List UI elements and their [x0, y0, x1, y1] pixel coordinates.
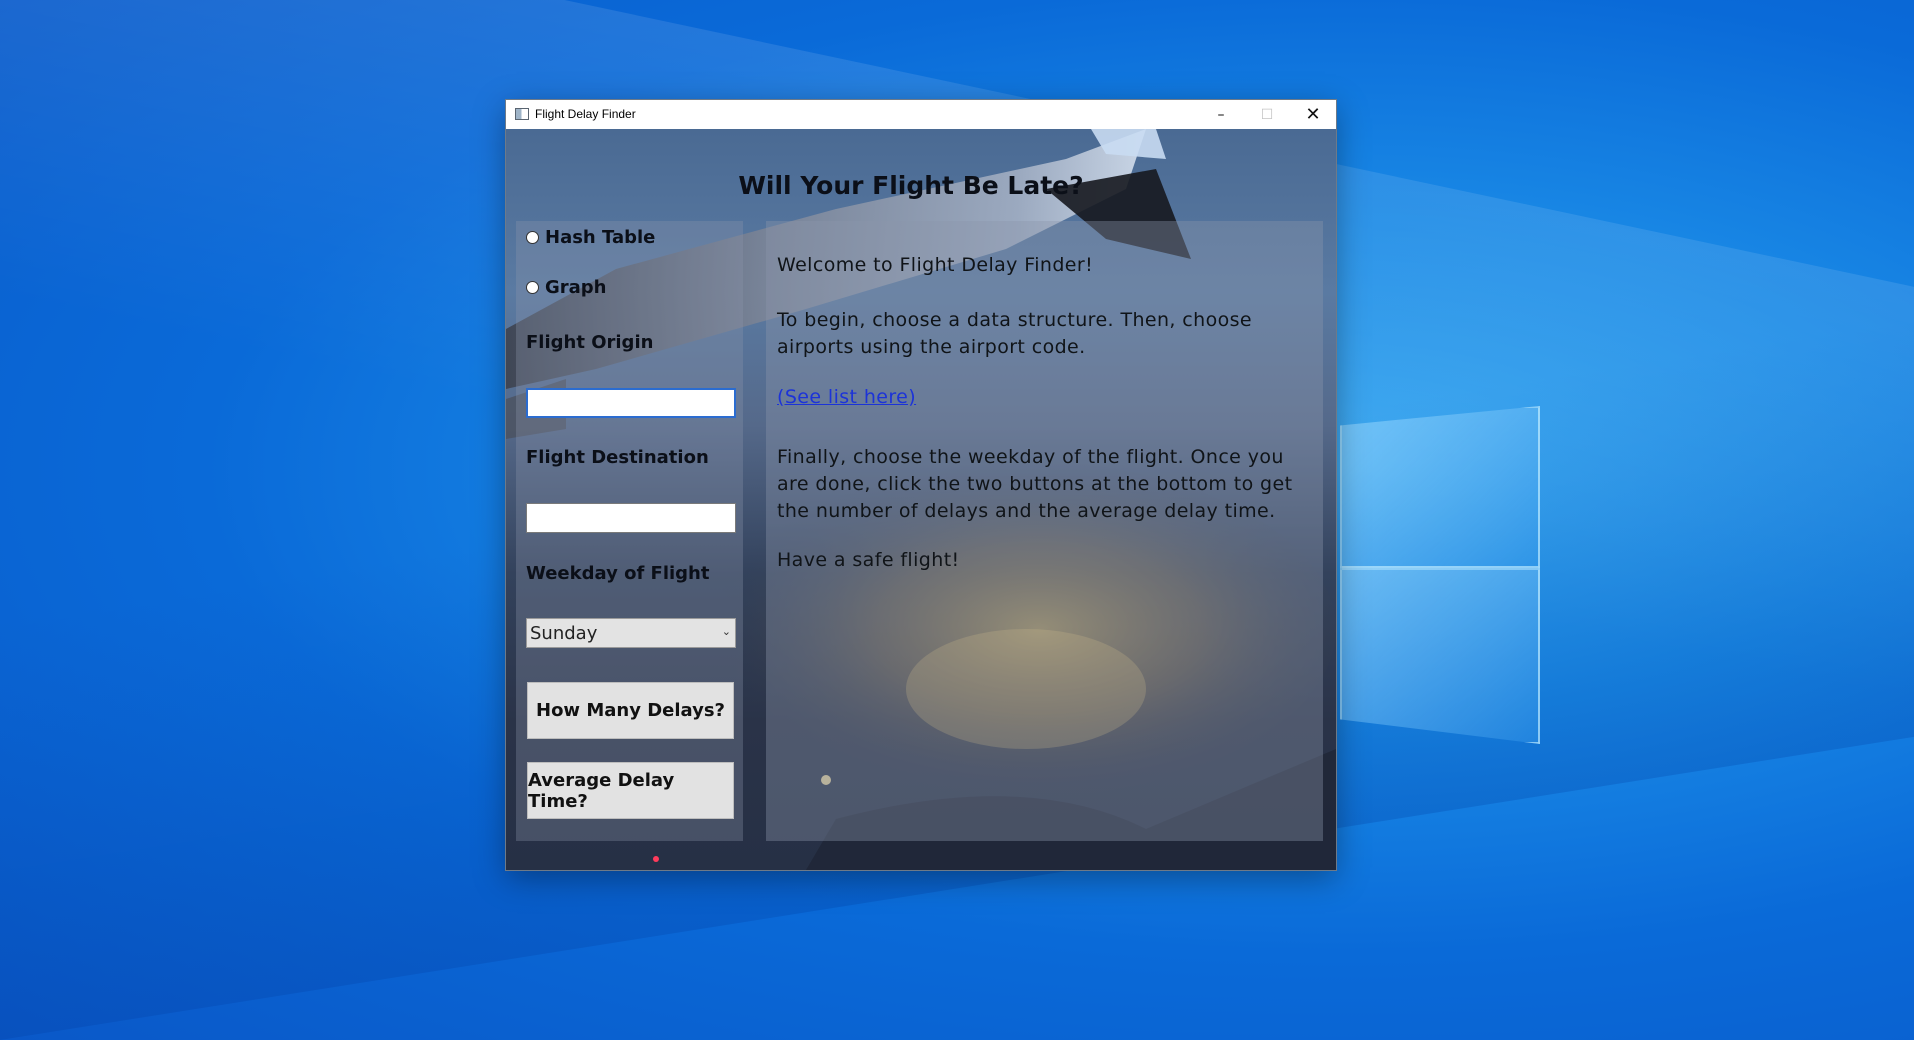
origin-input[interactable]: [526, 388, 736, 418]
maximize-icon: ☐: [1260, 106, 1274, 123]
close-button[interactable]: ✕: [1290, 100, 1336, 129]
radio-graph-label: Graph: [545, 277, 607, 298]
radio-button-icon[interactable]: [526, 281, 539, 294]
average-delay-time-button[interactable]: Average Delay Time?: [527, 762, 734, 819]
how-many-delays-button[interactable]: How Many Delays?: [527, 682, 734, 739]
instructions-text: To begin, choose a data structure. Then,…: [777, 309, 1253, 358]
weekday-selected-value: Sunday: [530, 622, 598, 644]
see-list-link[interactable]: (See list here): [777, 384, 916, 411]
chevron-down-icon: ⌄: [721, 625, 731, 638]
page-title: Will Your Flight Be Late?: [738, 171, 1084, 200]
welcome-text: Welcome to Flight Delay Finder!: [777, 254, 1094, 276]
final-instructions-text: Finally, choose the weekday of the fligh…: [777, 446, 1293, 522]
weekday-label: Weekday of Flight: [526, 563, 710, 584]
radio-hash-table-label: Hash Table: [545, 227, 656, 248]
app-window: Flight Delay Finder – ☐ ✕ Will Your Flig…: [506, 100, 1336, 870]
maximize-button[interactable]: ☐: [1244, 100, 1290, 129]
minimize-icon: –: [1217, 106, 1225, 123]
title-bar[interactable]: Flight Delay Finder – ☐ ✕: [506, 100, 1336, 129]
window-title: Flight Delay Finder: [535, 107, 636, 121]
radio-graph[interactable]: Graph: [526, 277, 607, 298]
radio-hash-table[interactable]: Hash Table: [526, 227, 655, 248]
app-content: Will Your Flight Be Late? Hash Table Gra…: [506, 129, 1336, 870]
app-window-icon: [515, 108, 529, 120]
minimize-button[interactable]: –: [1198, 100, 1244, 129]
close-icon: ✕: [1305, 104, 1321, 125]
weekday-select[interactable]: Sunday ⌄: [526, 618, 736, 648]
windows-logo: [1220, 380, 1540, 744]
origin-label: Flight Origin: [526, 332, 654, 353]
farewell-text: Have a safe flight!: [777, 549, 960, 571]
radio-button-icon[interactable]: [526, 231, 539, 244]
destination-input[interactable]: [526, 503, 736, 533]
destination-label: Flight Destination: [526, 447, 709, 468]
